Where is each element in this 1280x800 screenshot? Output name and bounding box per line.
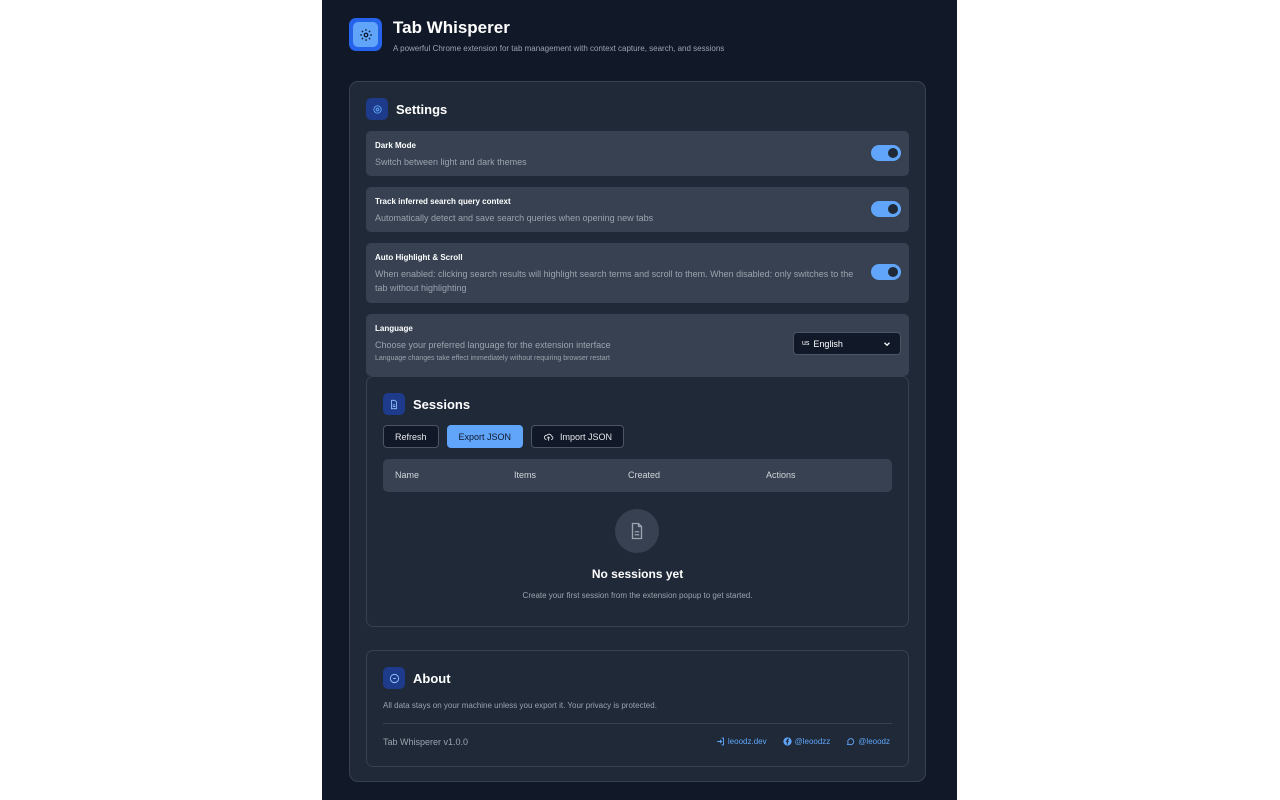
column-header-items: Items bbox=[514, 470, 537, 480]
divider bbox=[383, 723, 892, 724]
upload-cloud-icon bbox=[543, 433, 554, 441]
chat-bubble-icon bbox=[847, 738, 855, 746]
setting-language: Language Choose your preferred language … bbox=[366, 314, 909, 376]
header: Tab Whisperer A powerful Chrome extensio… bbox=[349, 18, 724, 53]
dark-mode-toggle[interactable] bbox=[871, 145, 901, 161]
sessions-title: Sessions bbox=[413, 396, 471, 412]
column-header-actions: Actions bbox=[766, 470, 796, 480]
settings-section-icon bbox=[366, 98, 388, 120]
refresh-button[interactable]: Refresh bbox=[383, 425, 439, 448]
info-icon bbox=[389, 673, 399, 683]
empty-state-title: No sessions yet bbox=[591, 567, 684, 581]
import-json-button[interactable]: Import JSON bbox=[531, 425, 625, 448]
app-logo bbox=[349, 18, 382, 51]
dark-mode-label: Dark Mode bbox=[375, 141, 416, 150]
settings-title: Settings bbox=[396, 101, 448, 117]
auto-highlight-toggle[interactable] bbox=[871, 264, 901, 280]
setting-auto-highlight: Auto Highlight & Scroll When enabled: cl… bbox=[366, 243, 909, 303]
messenger-link-label: @leoodz bbox=[858, 737, 890, 746]
sessions-table-header: Name Items Created Actions bbox=[383, 459, 892, 492]
auto-highlight-description: When enabled: clicking search results wi… bbox=[375, 269, 854, 293]
track-search-description: Automatically detect and save search que… bbox=[375, 213, 654, 223]
settings-card: Settings Dark Mode Switch between light … bbox=[349, 81, 926, 782]
about-title: About bbox=[413, 670, 451, 686]
language-description: Choose your preferred language for the e… bbox=[375, 340, 611, 350]
login-arrow-icon bbox=[717, 737, 724, 746]
sessions-card: Sessions Refresh Export JSON Import JSON… bbox=[366, 376, 909, 627]
website-link[interactable]: leoodz.dev bbox=[716, 737, 767, 746]
empty-state-description: Create your first session from the exten… bbox=[522, 591, 753, 600]
sessions-section-icon bbox=[383, 393, 405, 415]
sessions-toolbar: Refresh Export JSON Import JSON bbox=[383, 425, 625, 448]
gear-icon bbox=[359, 28, 372, 41]
flag-icon: us bbox=[802, 340, 810, 347]
about-text: All data stays on your machine unless yo… bbox=[383, 701, 657, 710]
dark-mode-description: Switch between light and dark themes bbox=[375, 157, 527, 167]
track-search-label: Track inferred search query context bbox=[375, 197, 511, 206]
app-title: Tab Whisperer bbox=[393, 18, 510, 37]
about-section-icon bbox=[383, 667, 405, 689]
auto-highlight-label: Auto Highlight & Scroll bbox=[375, 253, 463, 262]
facebook-link[interactable]: @leoodzz bbox=[782, 737, 831, 746]
import-json-label: Import JSON bbox=[560, 431, 613, 442]
options-page: Tab Whisperer A powerful Chrome extensio… bbox=[322, 0, 957, 800]
about-header: About bbox=[383, 667, 451, 689]
language-selected-value: English bbox=[813, 338, 843, 349]
language-note: Language changes take effect immediately… bbox=[375, 355, 610, 362]
gear-icon bbox=[372, 104, 382, 114]
column-header-name: Name bbox=[395, 470, 420, 480]
facebook-icon bbox=[782, 737, 792, 746]
language-label: Language bbox=[375, 324, 413, 333]
track-search-toggle[interactable] bbox=[871, 201, 901, 217]
website-link-label: leoodz.dev bbox=[727, 737, 767, 746]
setting-track-search: Track inferred search query context Auto… bbox=[366, 187, 909, 232]
version-label: Tab Whisperer v1.0.0 bbox=[383, 737, 469, 747]
facebook-link-label: @leoodzz bbox=[794, 737, 831, 746]
document-icon bbox=[631, 522, 643, 540]
app-subtitle: A powerful Chrome extension for tab mana… bbox=[393, 44, 725, 53]
language-select[interactable]: us English bbox=[793, 332, 901, 355]
social-links: leoodz.dev @leoodzz @leoodz bbox=[716, 737, 890, 746]
setting-dark-mode: Dark Mode Switch between light and dark … bbox=[366, 131, 909, 176]
empty-state-icon bbox=[615, 509, 659, 553]
document-icon bbox=[391, 399, 397, 409]
messenger-link[interactable]: @leoodz bbox=[846, 737, 890, 746]
export-json-button[interactable]: Export JSON bbox=[446, 425, 524, 448]
chevron-down-icon bbox=[884, 341, 890, 346]
settings-header: Settings bbox=[366, 98, 447, 120]
sessions-header: Sessions bbox=[383, 393, 470, 415]
about-card: About All data stays on your machine unl… bbox=[366, 650, 909, 767]
column-header-created: Created bbox=[628, 470, 661, 480]
